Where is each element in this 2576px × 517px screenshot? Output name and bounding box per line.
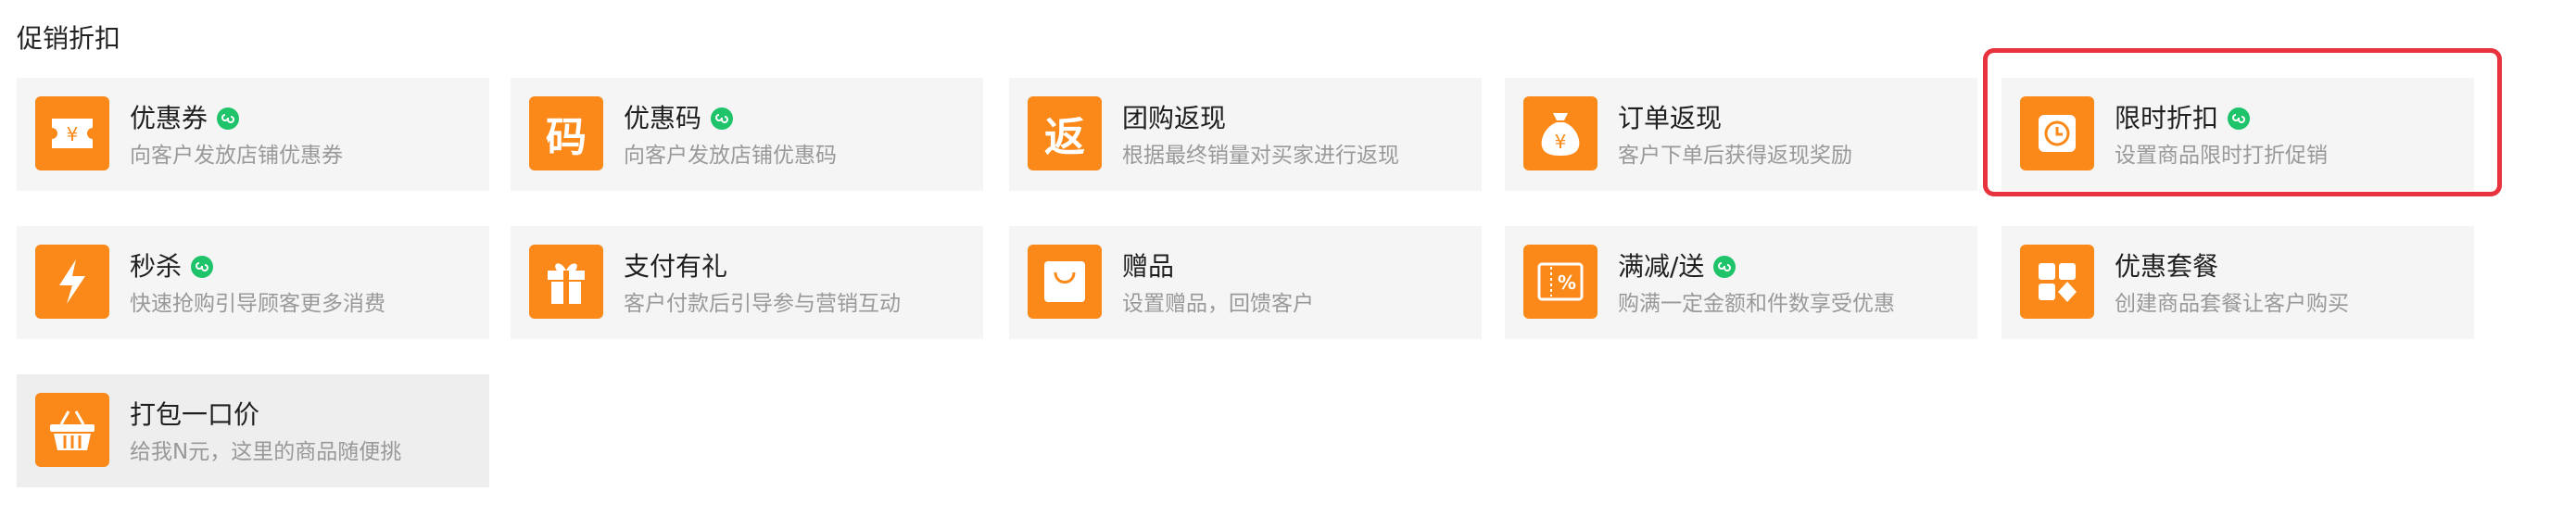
card-description: 设置商品限时打折促销 (2115, 144, 2328, 168)
package-shapes-icon (2020, 245, 2094, 319)
mini-program-badge-icon (1713, 256, 1736, 278)
card-description: 给我N元，这里的商品随便挑 (130, 440, 402, 464)
card-title: 订单返现 (1618, 103, 1723, 133)
card-description: 快速抢购引导顾客更多消费 (130, 292, 385, 316)
card-title: 优惠套餐 (2115, 251, 2219, 282)
card-title: 优惠码 (624, 103, 702, 133)
card-coupon[interactable]: ¥ 优惠券 向客户发放店铺优惠券 (17, 78, 489, 191)
mini-program-badge-icon (2228, 107, 2251, 130)
svg-text:¥: ¥ (1555, 131, 1567, 153)
code-char-icon: 码 (529, 96, 603, 170)
return-char-icon: 返 (1028, 96, 1102, 170)
card-title: 团购返现 (1122, 103, 1227, 133)
card-title: 支付有礼 (624, 251, 728, 282)
svg-text:¥: ¥ (67, 123, 79, 145)
card-full-reduction[interactable]: % 满减/送 购满一定金额和件数享受优惠 (1505, 226, 1977, 339)
gift-icon (529, 245, 603, 319)
card-description: 向客户发放店铺优惠码 (624, 144, 837, 168)
icon-glyph: 返 (1044, 114, 1085, 161)
card-flash-sale[interactable]: 秒杀 快速抢购引导顾客更多消费 (17, 226, 489, 339)
ticket-icon: ¥ (35, 96, 109, 170)
card-title: 打包一口价 (130, 399, 260, 430)
card-description: 创建商品套餐让客户购买 (2115, 292, 2349, 316)
card-group-cashback[interactable]: 返 团购返现 根据最终销量对买家进行返现 (1009, 78, 1482, 191)
card-promo-code[interactable]: 码 优惠码 向客户发放店铺优惠码 (511, 78, 983, 191)
card-discount-package[interactable]: 优惠套餐 创建商品套餐让客户购买 (2001, 226, 2474, 339)
mini-program-badge-icon (711, 107, 734, 130)
card-description: 购满一定金额和件数享受优惠 (1618, 292, 1895, 316)
card-title: 优惠券 (130, 103, 208, 133)
card-bundle-price[interactable]: 打包一口价 给我N元，这里的商品随便挑 (17, 374, 489, 487)
mini-program-badge-icon (191, 256, 214, 278)
money-bag-icon: ¥ (1523, 96, 1597, 170)
card-description: 客户下单后获得返现奖励 (1618, 144, 1852, 168)
shopping-bag-icon (1028, 245, 1102, 319)
card-title: 满减/送 (1618, 251, 1705, 282)
card-title: 赠品 (1122, 251, 1175, 282)
section-title: 促销折扣 (17, 23, 121, 54)
card-gift[interactable]: 赠品 设置赠品，回馈客户 (1009, 226, 1482, 339)
card-description: 设置赠品，回馈客户 (1122, 292, 1314, 316)
svg-text:%: % (1558, 271, 1576, 294)
card-description: 向客户发放店铺优惠券 (130, 144, 343, 168)
percent-coupon-icon: % (1523, 245, 1597, 319)
card-title: 秒杀 (130, 251, 183, 282)
basket-icon (35, 393, 109, 467)
card-payment-gift[interactable]: 支付有礼 客户付款后引导参与营销互动 (511, 226, 983, 339)
icon-glyph: 码 (546, 114, 587, 161)
mini-program-badge-icon (217, 107, 240, 130)
card-description: 根据最终销量对买家进行返现 (1122, 144, 1399, 168)
card-order-cashback[interactable]: ¥ 订单返现 客户下单后获得返现奖励 (1505, 78, 1977, 191)
lightning-icon (35, 245, 109, 319)
card-limited-discount[interactable]: 限时折扣 设置商品限时打折促销 (2001, 78, 2474, 191)
card-title: 限时折扣 (2115, 103, 2219, 133)
card-description: 客户付款后引导参与营销互动 (624, 292, 901, 316)
clock-icon (2020, 96, 2094, 170)
